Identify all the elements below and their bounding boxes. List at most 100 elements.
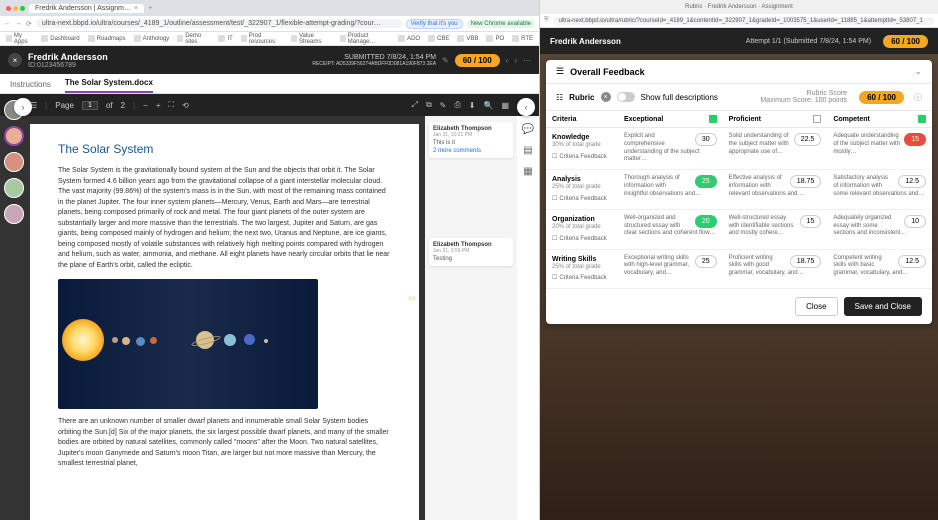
bookmark-item[interactable]: IT (218, 35, 232, 42)
prev-student-icon[interactable]: ‹ (506, 56, 509, 65)
zoom-in-icon[interactable]: + (156, 101, 161, 110)
grade-pill[interactable]: 60 / 100 (455, 54, 500, 67)
avatar[interactable] (4, 178, 24, 198)
bookmark-item[interactable]: RTE (512, 35, 533, 42)
grid-icon[interactable]: ▦ (523, 166, 532, 177)
expand-left-icon[interactable]: › (14, 98, 32, 116)
bookmark-item[interactable]: ADO (398, 35, 420, 42)
download-icon[interactable]: ⬇ (469, 101, 476, 110)
shield-icon[interactable]: ⛨ (544, 17, 549, 24)
window-title: Rubric · Fredrik Andersson · Assignment (540, 0, 938, 14)
reload-icon[interactable]: ⟳ (26, 20, 32, 28)
rubric-table: Criteria Exceptional Proficient Competen… (546, 111, 932, 289)
rubric-icon: ☷ (556, 93, 563, 102)
checkbox-icon[interactable] (813, 115, 821, 123)
close-button[interactable]: Close (795, 297, 837, 316)
overall-feedback-row[interactable]: ☰ Overall Feedback ⌄ (546, 60, 932, 84)
page-input[interactable] (82, 101, 98, 110)
comment-card[interactable]: Elizabeth Thompson Jan 31, 3:59 PM Testi… (429, 238, 513, 266)
rubric-cell[interactable]: 12.5Competent writing skills with basic … (827, 250, 932, 290)
annotation-icon[interactable]: ▭ (408, 294, 415, 305)
rubric-score-max: Maximum Score: 100 points (760, 97, 847, 104)
comment-icon[interactable]: ✎ (440, 101, 447, 110)
new-chrome-pill[interactable]: New Chrome available (467, 20, 535, 28)
student-name: Fredrik Andersson (550, 37, 621, 46)
rubric-cell[interactable]: 25Exceptional writing skills with high-l… (618, 250, 723, 290)
url-input[interactable]: ultra-next.bbpd.io/ultra/rubric/?courseI… (553, 17, 934, 25)
bookmark-item[interactable]: CBE (428, 35, 449, 42)
rubric-cell[interactable]: 25Thorough analysis of information with … (618, 170, 723, 210)
bookmark-item[interactable]: Product Manage… (340, 33, 390, 45)
browser-tab-bar: Fredrik Andersson | Assignm… × + (0, 0, 539, 16)
forward-icon[interactable]: → (15, 20, 22, 28)
rubric-cell[interactable]: 15Adequate understanding of the subject … (827, 128, 932, 170)
grade-pill[interactable]: 60 / 100 (883, 35, 928, 48)
student-name: Fredrik Andersson (28, 52, 108, 62)
right-browser-window: Rubric · Fredrik Andersson · Assignment … (540, 0, 938, 520)
bookmark-item[interactable]: Demo sites (177, 33, 210, 45)
show-full-toggle[interactable] (617, 92, 635, 102)
next-student-icon[interactable]: › (514, 56, 517, 65)
open-icon[interactable]: ⤢ (412, 100, 418, 110)
avatar-rail (4, 100, 24, 224)
comment-date: Jan 31, 10:21 PM (433, 132, 509, 138)
avatar[interactable] (4, 152, 24, 172)
col-criteria: Criteria (546, 111, 618, 128)
chevron-down-icon[interactable]: ⌄ (914, 66, 922, 77)
fit-icon[interactable]: ⛶ (168, 100, 174, 110)
rubric-cell[interactable]: 12.5Satisfactory analysis of information… (827, 170, 932, 210)
expand-right-icon[interactable]: ‹ (517, 98, 535, 116)
close-icon[interactable]: × (134, 5, 138, 12)
page-total: 2 (121, 101, 125, 110)
checkbox-icon[interactable] (709, 115, 717, 123)
bookmark-item[interactable]: Dashboard (41, 35, 79, 42)
tab-instructions[interactable]: Instructions (10, 80, 51, 93)
bookmark-item[interactable]: Anthology (134, 35, 170, 42)
avatar[interactable] (4, 204, 24, 224)
rotate-icon[interactable]: ⟲ (182, 101, 189, 110)
verify-pill[interactable]: Verify that it's you (406, 19, 463, 29)
rubric-cell[interactable]: 10Adequately organized essay with some s… (827, 210, 932, 250)
comment-card[interactable]: Elizabeth Thompson Jan 31, 10:21 PM This… (429, 122, 513, 158)
bookmark-item[interactable]: VBB (457, 35, 478, 42)
grid-icon[interactable]: ▦ (501, 101, 509, 110)
search-icon[interactable]: 🔍 (483, 101, 493, 110)
back-button[interactable]: × (8, 53, 22, 67)
zoom-out-icon[interactable]: − (143, 101, 148, 110)
checkbox-icon[interactable] (918, 115, 926, 123)
copy-icon[interactable]: ⧉ (426, 100, 432, 110)
edit-icon[interactable]: ✎ (442, 56, 449, 65)
close-rubric-icon[interactable]: × (601, 92, 611, 102)
more-icon[interactable]: ⋯ (523, 56, 531, 65)
layers-icon[interactable]: ▤ (523, 145, 532, 156)
rubric-cell[interactable]: 30Explicit and comprehensive understandi… (618, 128, 723, 170)
info-icon[interactable]: ⓘ (914, 92, 922, 103)
bookmark-item[interactable]: Roadmaps (88, 35, 126, 42)
grading-header: × Fredrik Andersson ID:0123456789 SUBMIT… (0, 46, 539, 74)
browser-tab[interactable]: Fredrik Andersson | Assignm… × (29, 4, 144, 13)
attempt-label: Attempt 1/1 (Submitted 7/8/24, 1:54 PM) (746, 38, 871, 45)
tab-file[interactable]: The Solar System.docx (65, 78, 153, 93)
print-icon[interactable]: ⎙ (454, 100, 460, 110)
rubric-score-label: Rubric Score (760, 90, 847, 97)
more-comments-link[interactable]: 2 more comments (433, 148, 509, 154)
rubric-cell[interactable]: 18.75Proficient writing skills with good… (723, 250, 828, 290)
save-button[interactable]: Save and Close (844, 297, 922, 316)
new-tab-button[interactable]: + (148, 5, 152, 12)
bookmark-item[interactable]: Prod resources (241, 33, 283, 45)
url-input[interactable]: ultra-next.bbpd.io/ultra/courses/_4189_1… (36, 19, 402, 28)
back-icon[interactable]: ← (4, 20, 11, 28)
address-bar: ⛨ ultra-next.bbpd.io/ultra/rubric/?cours… (540, 14, 938, 28)
avatar[interactable] (4, 126, 24, 146)
overall-feedback-label: Overall Feedback (570, 67, 645, 77)
chat-icon[interactable]: 💬 (522, 124, 534, 135)
comment-date: Jan 31, 3:59 PM (433, 248, 509, 254)
rubric-cell[interactable]: 20Well-organized and structured essay wi… (618, 210, 723, 250)
bookmark-item[interactable]: Value Streams (291, 33, 332, 45)
bookmark-item[interactable]: My Apps (6, 33, 33, 45)
rubric-cell[interactable]: 22.5Solid understanding of the subject m… (723, 128, 828, 170)
bookmark-item[interactable]: PO (486, 35, 504, 42)
rubric-score-pill: 60 / 100 (859, 91, 904, 104)
rubric-cell[interactable]: 15Well-structured essay with identifiabl… (723, 210, 828, 250)
rubric-cell[interactable]: 18.75Effective analysis of information w… (723, 170, 828, 210)
